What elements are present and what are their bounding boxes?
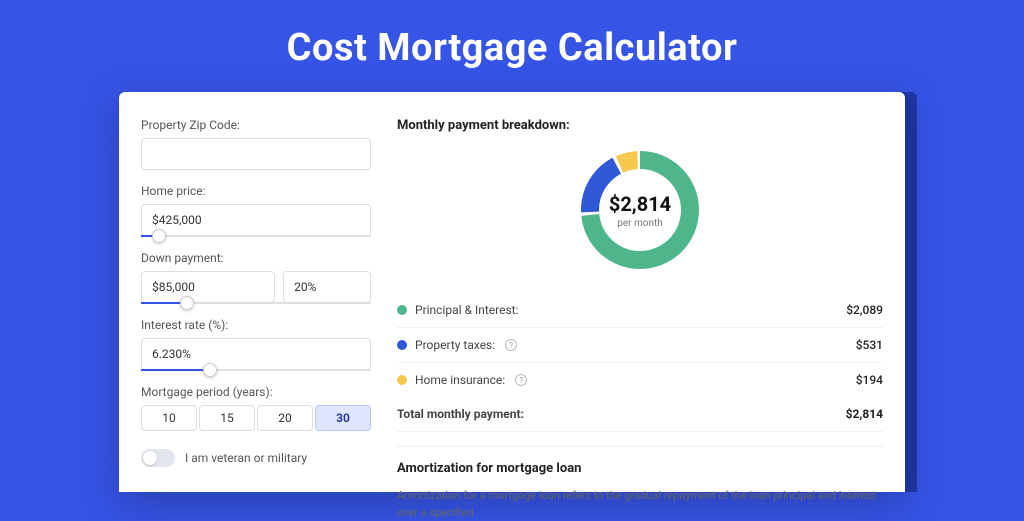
legend-label: Principal & Interest: <box>397 303 519 317</box>
zip-input[interactable] <box>141 138 371 170</box>
period-segmented: 10152030 <box>141 405 371 431</box>
breakdown-panel: Monthly payment breakdown: $2,814 per mo… <box>389 118 883 492</box>
veteran-row: I am veteran or military <box>141 449 371 467</box>
legend-dot <box>397 375 407 385</box>
down-payment-pct-input[interactable] <box>283 271 371 303</box>
donut-sub: per month <box>617 218 663 229</box>
legend-row: Property taxes:? $531 <box>397 328 883 363</box>
interest-label: Interest rate (%): <box>141 318 371 332</box>
amortization-text: Amortization for a mortgage loan refers … <box>397 488 883 521</box>
info-icon[interactable]: ? <box>515 374 527 386</box>
down-payment-label: Down payment: <box>141 251 371 265</box>
interest-group: Interest rate (%): <box>141 318 371 371</box>
period-option-15[interactable]: 15 <box>199 405 255 431</box>
legend: Principal & Interest: $2,089 Property taxe… <box>397 293 883 397</box>
zip-label: Property Zip Code: <box>141 118 371 132</box>
down-payment-slider-thumb[interactable] <box>180 296 194 310</box>
legend-total-label: Total monthly payment: <box>397 407 524 421</box>
donut-chart-wrap: $2,814 per month <box>397 145 883 275</box>
donut-chart: $2,814 per month <box>575 145 705 275</box>
home-price-group: Home price: <box>141 184 371 237</box>
legend-total-row: Total monthly payment: $2,814 <box>397 397 883 432</box>
donut-center: $2,814 per month <box>575 145 705 275</box>
period-label: Mortgage period (years): <box>141 385 371 399</box>
down-payment-input[interactable] <box>141 271 275 303</box>
legend-dot <box>397 305 407 315</box>
veteran-toggle[interactable] <box>141 449 175 467</box>
interest-slider-fill <box>141 369 210 371</box>
down-payment-group: Down payment: <box>141 251 371 304</box>
home-price-label: Home price: <box>141 184 371 198</box>
period-group: Mortgage period (years): 10152030 <box>141 385 371 431</box>
legend-label-text: Property taxes: <box>415 338 495 352</box>
interest-slider[interactable] <box>141 369 371 371</box>
interest-slider-thumb[interactable] <box>203 363 217 377</box>
donut-amount: $2,814 <box>609 192 671 216</box>
home-price-slider-thumb[interactable] <box>152 229 166 243</box>
veteran-label: I am veteran or military <box>185 451 307 465</box>
legend-row: Home insurance:? $194 <box>397 363 883 397</box>
amortization-title: Amortization for mortgage loan <box>397 461 883 476</box>
legend-total-value: $2,814 <box>846 407 883 421</box>
legend-value: $531 <box>856 338 883 352</box>
down-payment-slider[interactable] <box>141 302 371 304</box>
period-option-30[interactable]: 30 <box>315 405 371 431</box>
legend-label: Property taxes:? <box>397 338 517 352</box>
home-price-slider[interactable] <box>141 235 371 237</box>
veteran-toggle-knob <box>143 451 157 465</box>
legend-row: Principal & Interest: $2,089 <box>397 293 883 328</box>
amortization-section: Amortization for mortgage loan Amortizat… <box>397 446 883 521</box>
page-title: Cost Mortgage Calculator <box>0 0 1024 92</box>
home-price-input[interactable] <box>141 204 371 236</box>
legend-value: $194 <box>856 373 883 387</box>
legend-dot <box>397 340 407 350</box>
calculator-card: Property Zip Code: Home price: Down paym… <box>119 92 905 492</box>
period-option-20[interactable]: 20 <box>257 405 313 431</box>
period-option-10[interactable]: 10 <box>141 405 197 431</box>
legend-label: Home insurance:? <box>397 373 527 387</box>
info-icon[interactable]: ? <box>505 339 517 351</box>
legend-label-text: Home insurance: <box>415 373 505 387</box>
legend-label-text: Principal & Interest: <box>415 303 519 317</box>
zip-group: Property Zip Code: <box>141 118 371 170</box>
interest-input[interactable] <box>141 338 371 370</box>
breakdown-title: Monthly payment breakdown: <box>397 118 883 133</box>
inputs-panel: Property Zip Code: Home price: Down paym… <box>141 118 389 492</box>
legend-value: $2,089 <box>846 303 883 317</box>
